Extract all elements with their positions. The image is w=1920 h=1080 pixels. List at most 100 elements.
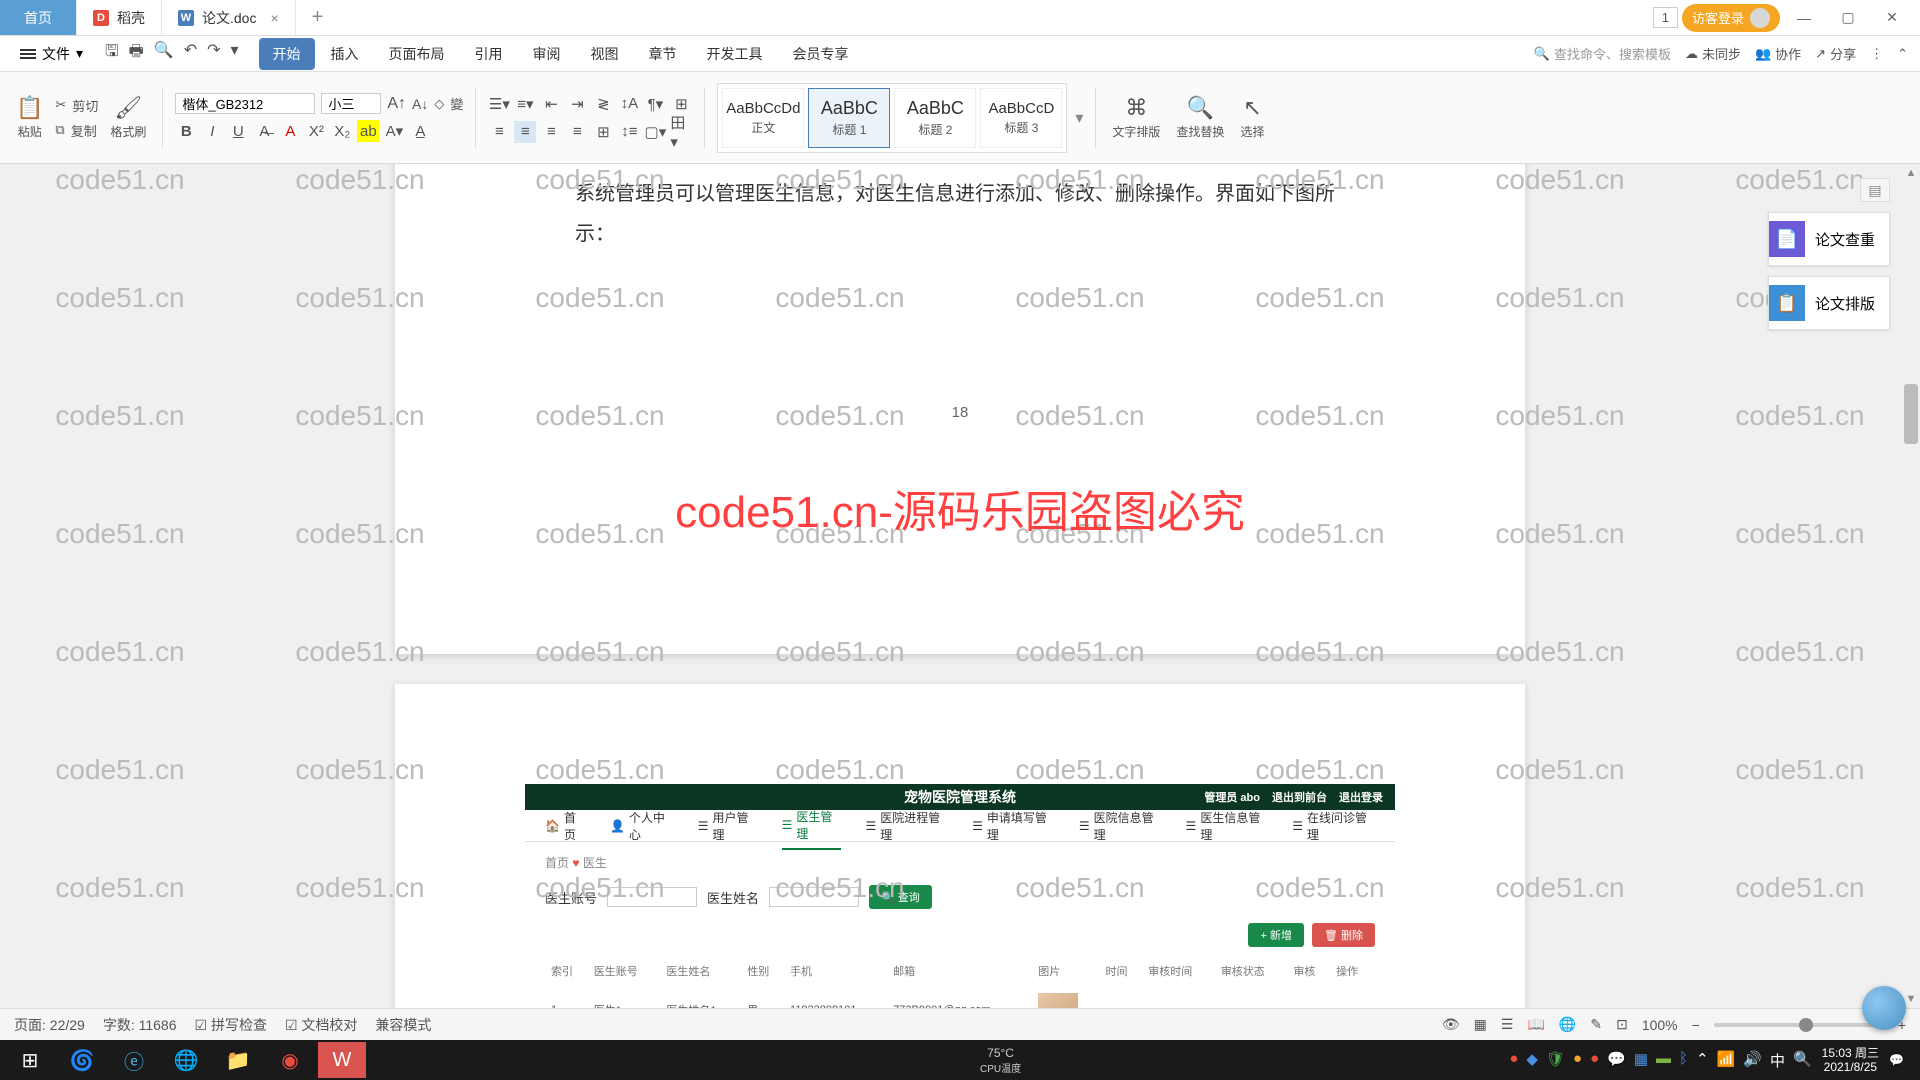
start-button[interactable]: ⊞ — [6, 1042, 54, 1078]
redo-icon[interactable]: ↷ — [207, 40, 220, 67]
taskbar-app-2[interactable]: ◉ — [266, 1042, 314, 1078]
undo-icon[interactable]: ↶ — [184, 40, 197, 67]
bold-button[interactable]: B — [175, 120, 197, 142]
align-justify-button[interactable]: ≡ — [566, 121, 588, 143]
close-button[interactable]: ✕ — [1872, 9, 1912, 26]
shrink-font-icon[interactable]: A↓ — [412, 96, 428, 112]
align-left-button[interactable]: ≡ — [488, 121, 510, 143]
plagiarism-check-button[interactable]: 📄 论文查重 — [1768, 212, 1890, 266]
thesis-layout-button[interactable]: 📋 论文排版 — [1768, 276, 1890, 330]
tray-icon[interactable]: ● — [1573, 1050, 1582, 1071]
phonetic-icon[interactable]: 變 — [450, 94, 463, 113]
tray-icon[interactable]: ◆ — [1526, 1050, 1538, 1071]
taskbar-ie[interactable]: ⓔ — [110, 1042, 158, 1078]
close-icon[interactable]: × — [270, 10, 278, 26]
cpu-temp-widget[interactable]: 75°C CPU温度 — [980, 1046, 1021, 1075]
taskbar-app-1[interactable]: 🌀 — [58, 1042, 106, 1078]
file-menu[interactable]: 文件 ▾ — [12, 40, 91, 68]
tray-icon[interactable]: ● — [1509, 1050, 1518, 1071]
preview-icon[interactable]: 🔍 — [154, 40, 174, 67]
tab-view[interactable]: 视图 — [577, 38, 633, 70]
maximize-button[interactable]: ▢ — [1828, 9, 1868, 26]
style-heading1[interactable]: AaBbC标题 1 — [808, 88, 890, 148]
tab-daoke[interactable]: D 稻壳 — [77, 0, 162, 35]
highlight-button[interactable]: ab — [357, 120, 379, 142]
taskbar-explorer[interactable]: 📁 — [214, 1042, 262, 1078]
strike-button[interactable]: A̶ — [253, 120, 275, 142]
tab-review[interactable]: 审阅 — [519, 38, 575, 70]
zoom-slider[interactable] — [1714, 1023, 1884, 1027]
border-button[interactable]: 田▾ — [670, 121, 692, 143]
font-select[interactable] — [175, 93, 315, 114]
fit-icon[interactable]: ⊡ — [1616, 1016, 1628, 1033]
bullets-button[interactable]: ☰▾ — [488, 93, 510, 115]
bluetooth-icon[interactable]: ᛒ — [1679, 1050, 1688, 1071]
clear-format-icon[interactable]: ◇ — [434, 96, 444, 112]
tab-references[interactable]: 引用 — [461, 38, 517, 70]
edit-icon[interactable]: ✎ — [1590, 1016, 1602, 1033]
window-count[interactable]: 1 — [1653, 7, 1678, 28]
read-view-icon[interactable]: 📖 — [1527, 1016, 1544, 1033]
subscript-button[interactable]: X₂ — [331, 120, 353, 142]
shading-button[interactable]: ▢▾ — [644, 121, 666, 143]
wifi-icon[interactable]: 📶 — [1717, 1050, 1736, 1071]
page-indicator[interactable]: 页面: 22/29 — [14, 1015, 85, 1035]
web-view-icon[interactable]: 🌐 — [1559, 1016, 1576, 1033]
sync-status[interactable]: ☁ 未同步 — [1685, 44, 1741, 63]
minimize-button[interactable]: — — [1784, 10, 1824, 26]
command-search[interactable]: 🔍 查找命令、搜索模板 — [1534, 44, 1671, 63]
tray-icon[interactable]: ▬ — [1656, 1050, 1671, 1071]
assistant-float-button[interactable] — [1862, 986, 1906, 1030]
copy-button[interactable]: ⧉复制 — [55, 121, 98, 140]
volume-icon[interactable]: 🔊 — [1743, 1050, 1762, 1071]
line-spacing-button[interactable]: ↕≡ — [618, 121, 640, 143]
taskbar-browser[interactable]: 🌐 — [162, 1042, 210, 1078]
notifications-icon[interactable]: 💬 — [1889, 1053, 1904, 1067]
tab-insert[interactable]: 插入 — [317, 38, 373, 70]
format-painter[interactable]: 🖌 格式刷 — [106, 95, 150, 140]
distribute-button[interactable]: ⊞ — [592, 121, 614, 143]
tab-document[interactable]: W 论文.doc × — [162, 0, 296, 35]
align-right-button[interactable]: ≡ — [540, 121, 562, 143]
decrease-indent-button[interactable]: ⇤ — [540, 93, 562, 115]
font-color-button[interactable]: A — [279, 120, 301, 142]
tab-start[interactable]: 开始 — [259, 38, 315, 70]
text-color-button[interactable]: A▾ — [383, 120, 405, 142]
cut-button[interactable]: ✂剪切 — [55, 96, 98, 115]
zoom-out-button[interactable]: − — [1692, 1017, 1700, 1033]
style-heading3[interactable]: AaBbCcD标题 3 — [980, 88, 1062, 148]
tray-expand-icon[interactable]: ⌃ — [1696, 1050, 1709, 1071]
tray-icon[interactable]: 🛡 — [1546, 1050, 1565, 1071]
find-replace-button[interactable]: 🔍查找替换 — [1172, 95, 1228, 140]
scroll-thumb[interactable] — [1904, 384, 1918, 444]
ime-icon[interactable]: 中 — [1770, 1050, 1785, 1071]
outline-view-icon[interactable]: ☰ — [1501, 1016, 1514, 1033]
zoom-level[interactable]: 100% — [1642, 1017, 1678, 1033]
sort-button[interactable]: ≷ — [592, 93, 614, 115]
align-center-button[interactable]: ≡ — [514, 121, 536, 143]
vertical-scrollbar[interactable]: ▲ ▼ — [1902, 164, 1920, 1008]
tray-icon[interactable]: ● — [1590, 1050, 1599, 1071]
paste-group[interactable]: 📋 粘贴 — [12, 95, 47, 140]
scroll-up-icon[interactable]: ▲ — [1902, 164, 1920, 182]
login-button[interactable]: 访客登录 — [1682, 4, 1780, 32]
tab-pagelayout[interactable]: 页面布局 — [375, 38, 459, 70]
numbering-button[interactable]: ≡▾ — [514, 93, 536, 115]
taskbar-wps[interactable]: W — [318, 1042, 366, 1078]
tab-devtools[interactable]: 开发工具 — [693, 38, 777, 70]
tab-member[interactable]: 会员专享 — [779, 38, 863, 70]
text-direction-button[interactable]: ↕A — [618, 93, 640, 115]
save-icon[interactable]: 🖫 — [105, 40, 119, 67]
tab-home[interactable]: 首页 — [0, 0, 77, 35]
superscript-button[interactable]: X² — [305, 120, 327, 142]
print-icon[interactable]: 🖶 — [129, 40, 144, 67]
increase-indent-button[interactable]: ⇥ — [566, 93, 588, 115]
qat-more-icon[interactable]: ▾ — [231, 40, 239, 67]
font-size-select[interactable] — [321, 93, 381, 114]
document-canvas[interactable]: 系统管理员可以管理医生信息，对医生信息进行添加、修改、删除操作。界面如下图所示：… — [0, 164, 1920, 1040]
style-heading2[interactable]: AaBbC标题 2 — [894, 88, 976, 148]
collab-button[interactable]: 👥 协作 — [1755, 44, 1801, 63]
more-icon[interactable]: ⋮ — [1870, 46, 1883, 62]
tray-icon[interactable]: ▦ — [1634, 1050, 1648, 1071]
tray-icon[interactable]: 💬 — [1607, 1050, 1626, 1071]
